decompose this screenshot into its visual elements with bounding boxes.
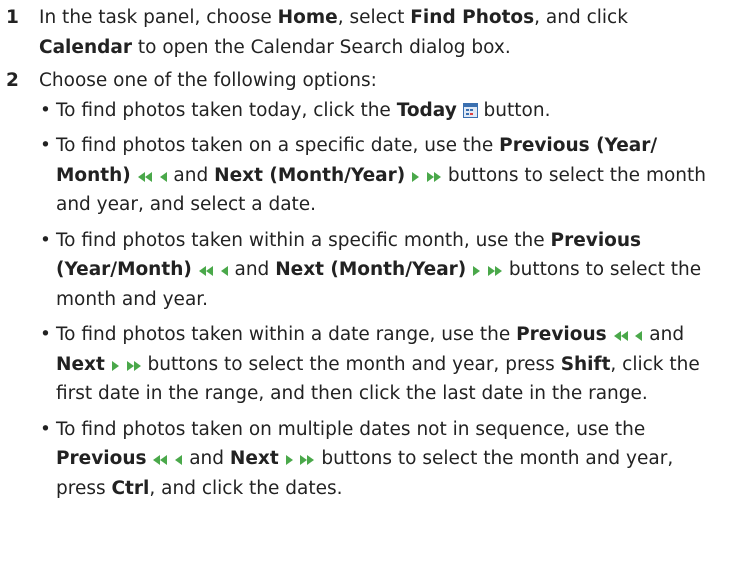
previous-month-icon [220,265,229,277]
calendar-today-icon [462,98,478,118]
previous-term: Previous [516,324,607,345]
calendar-term: Calendar [39,36,132,58]
next-year-icon [426,171,442,183]
next-term: Next (Month/Year) [275,259,467,280]
previous-term: Previous [56,448,147,469]
option-multiple-dates: To find photos taken on multiple dates n… [39,415,736,504]
next-year-icon [487,265,503,277]
option-specific-date: To find photos taken on a specific date,… [39,131,736,220]
text: , select [337,7,411,28]
previous-year-icon [198,265,214,277]
home-term: Home [277,7,338,28]
previous-year-icon [152,454,168,466]
text: To find photos taken on multiple dates n… [56,418,646,440]
text: To find photos taken within a specific m… [56,229,551,251]
text: To find photos taken within a date range… [56,324,517,345]
text: To find photos taken on a specific date,… [56,135,500,156]
today-term: Today [396,99,457,121]
text: In the task panel, choose [39,7,278,28]
previous-month-icon [174,454,183,466]
previous-year-icon [613,330,629,342]
text: , and click [534,7,628,28]
text: To find photos taken today, click the [56,99,397,121]
ctrl-key: Ctrl [111,477,150,499]
instructions: 1 In the task panel, choose Home, select… [0,0,736,503]
next-year-icon [299,454,315,466]
shift-key: Shift [560,353,611,375]
text: and [643,324,685,345]
next-month-icon [411,171,420,183]
text: and [228,259,276,280]
next-year-icon [126,360,142,372]
option-specific-month: To find photos taken within a specific m… [39,226,736,315]
text: and [183,448,230,469]
step-text: In the task panel, choose Home, select F… [39,3,736,62]
previous-month-icon [159,171,168,183]
text: buttons to select the month and year, pr… [141,353,561,375]
text: to open the Calendar Search dialog box. [131,36,511,58]
step-number: 2 [6,70,19,91]
step-number: 1 [6,7,19,28]
next-month-icon [111,360,120,372]
step-2: 2 Choose one of the following options: [6,66,736,96]
next-month-icon [472,265,481,277]
option-date-range: To find photos taken within a date range… [39,320,736,409]
option-today: To find photos taken today, click the To… [39,96,736,126]
previous-year-icon [137,171,153,183]
text: button. [477,99,551,121]
next-month-icon [285,454,294,466]
next-term: Next [56,353,105,375]
next-term: Next [229,448,279,469]
text: and [167,164,215,186]
next-term: Next (Month/Year) [214,164,406,186]
text: , and click the dates. [149,477,343,499]
find-photos-term: Find Photos [410,7,535,28]
options-list: To find photos taken today, click the To… [6,96,736,504]
step-1: 1 In the task panel, choose Home, select… [6,3,736,62]
step-text: Choose one of the following options: [39,70,377,91]
